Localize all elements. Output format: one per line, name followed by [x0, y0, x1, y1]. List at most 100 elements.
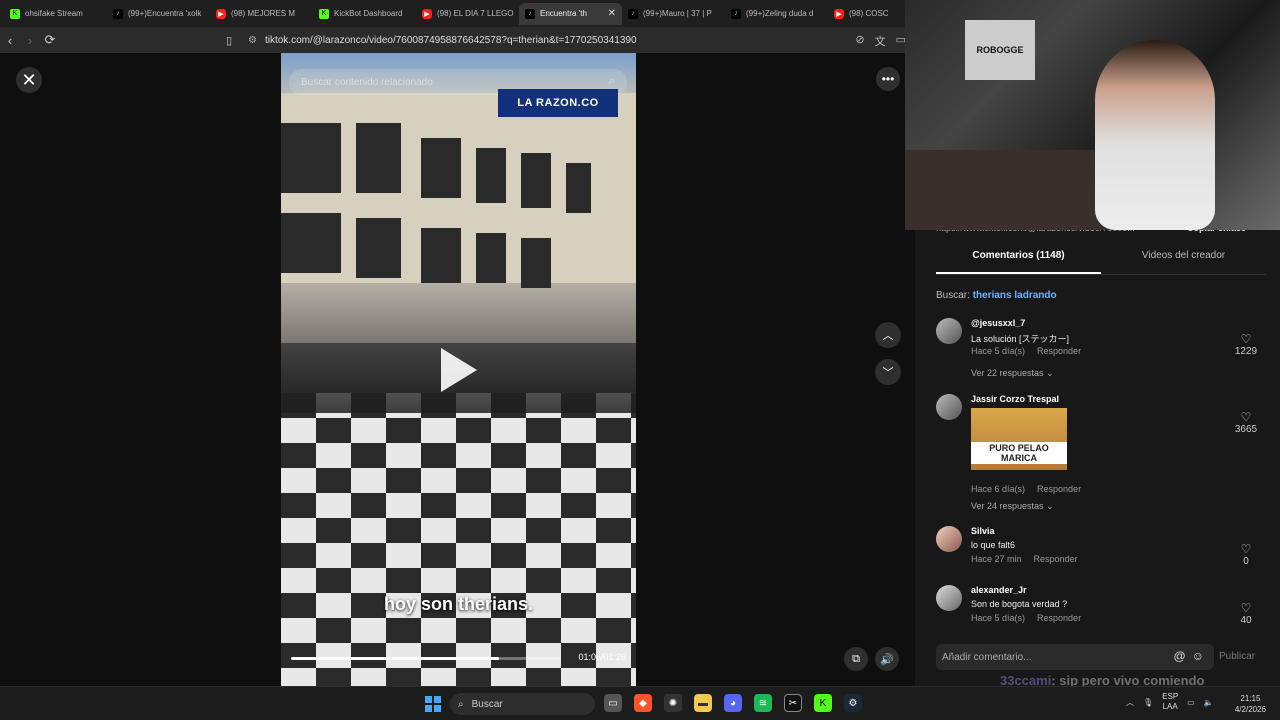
comment-time: Hace 27 min [971, 554, 1022, 564]
like-button[interactable]: ♡ 0 [1226, 542, 1266, 567]
back-icon[interactable]: ‹ [0, 33, 20, 48]
search-prefix: Buscar: [936, 290, 970, 301]
chatgpt-icon[interactable]: ✺ [664, 694, 682, 712]
heart-icon: ♡ [1240, 542, 1252, 556]
play-icon[interactable] [441, 348, 477, 392]
view-replies-button[interactable]: Ver 22 respuestas ⌄ [971, 368, 1054, 379]
comment-author[interactable]: alexander_Jr [971, 585, 1027, 595]
reply-button[interactable]: Responder [1034, 554, 1078, 564]
reply-button[interactable]: Responder [1037, 346, 1081, 356]
floating-player-button[interactable]: ⧉ [844, 647, 868, 671]
spotify-icon[interactable]: ≋ [754, 694, 772, 712]
video-viewer: ✕ Buscar contenido relacionado ⌕ LA RAZO… [0, 53, 915, 686]
comment-meta: Hace 27 min Responder [971, 554, 1078, 564]
language-indicator[interactable]: ESP LAA [1162, 692, 1178, 712]
taskbar-clock[interactable]: 21:15 4/2/2026 [1235, 693, 1266, 715]
suggested-search[interactable]: Buscar: therians ladrando [936, 290, 1057, 301]
windows-start-icon[interactable] [425, 696, 441, 712]
tab-creator-videos[interactable]: Videos del creador [1101, 250, 1266, 274]
browser-tab[interactable]: Kohsifake Stream [4, 3, 107, 25]
comment-item: alexander_Jr Son de bogota verdad ? Hace… [936, 585, 1266, 630]
reply-button[interactable]: Responder [1037, 484, 1081, 494]
tab-title: ohsifake Stream [25, 9, 83, 18]
browser-tab[interactable]: ♪ (99+)Zeling duda d [725, 3, 828, 25]
avatar[interactable] [936, 585, 962, 611]
comment-input-placeholder: Añadir comentario... [942, 651, 1032, 663]
more-options-button[interactable]: ••• [876, 67, 900, 91]
language-primary: ESP [1162, 692, 1179, 701]
like-button[interactable]: ♡ 1229 [1226, 332, 1266, 357]
search-term-link[interactable]: therians ladrando [973, 290, 1057, 301]
browser-tab[interactable]: ♪ (99+)Mauro | 37 | P [622, 3, 725, 25]
comment-author[interactable]: Jassir Corzo Trespal [971, 394, 1059, 404]
like-count: 3665 [1234, 424, 1258, 435]
comment-sticker: PURO PELAO MARICA [971, 408, 1067, 470]
avatar[interactable] [936, 394, 962, 420]
avatar[interactable] [936, 526, 962, 552]
tab-comments[interactable]: Comentarios (1148) [936, 250, 1101, 274]
view-replies-button[interactable]: Ver 24 respuestas ⌄ [971, 501, 1054, 512]
youtube-icon: ▶ [422, 8, 432, 19]
taskbar-search[interactable]: ⌕ Buscar [450, 693, 595, 715]
close-viewer-button[interactable]: ✕ [16, 67, 42, 93]
url-field[interactable]: ⚙ tiktok.com/@larazonco/video/7600874958… [248, 27, 637, 53]
comment-input[interactable]: Añadir comentario... @ ☺ [936, 644, 1214, 670]
bookmark-icon[interactable]: ▯ [219, 34, 239, 47]
emoji-icon[interactable]: ☺ [1192, 649, 1204, 663]
avatar[interactable] [936, 318, 962, 344]
like-button[interactable]: ♡ 40 [1226, 601, 1266, 626]
video-off-icon[interactable]: ⊘ [855, 33, 864, 49]
browser-tab[interactable]: ▶ (98) EL DIA 7 LLEGO [416, 3, 519, 25]
tab-title: Encuentra 'th [540, 9, 587, 18]
browser-tab[interactable]: ♪ Encuentra 'th ✕ [519, 2, 622, 25]
brave-icon[interactable]: ◆ [634, 694, 652, 712]
site-settings-icon[interactable]: ⚙ [248, 35, 257, 46]
browser-tab[interactable]: K KickBot Dashboard [313, 3, 416, 25]
like-count: 1229 [1234, 346, 1258, 357]
previous-video-button[interactable]: ︿ [875, 322, 901, 348]
webcam-poster: ROBOGGE [965, 20, 1035, 80]
chevron-up-icon[interactable]: ︿ [1126, 697, 1134, 708]
file-explorer-icon[interactable]: ▬ [694, 694, 712, 712]
related-search-placeholder: Buscar contenido relacionado [301, 76, 433, 88]
tab-title: (98) MEJORES M [231, 9, 296, 18]
comment-author[interactable]: @jesusxxl_7 [971, 318, 1025, 328]
clock-date: 4/2/2026 [1234, 705, 1266, 714]
forward-icon[interactable]: › [20, 33, 40, 48]
la-razon-logo: LA RAZON.CO [498, 89, 618, 117]
task-view-icon[interactable]: ▭ [604, 694, 622, 712]
search-icon[interactable]: ⌕ [609, 75, 615, 88]
speaker-icon[interactable]: 🔈 [1204, 698, 1214, 707]
tab-title: (98) COSC [849, 9, 889, 18]
url-text: tiktok.com/@larazonco/video/760087495887… [264, 34, 637, 46]
network-icon[interactable]: ▭ [1187, 698, 1195, 707]
kick-icon[interactable]: K [814, 694, 832, 712]
video-caption: hoy son therians. [383, 594, 534, 614]
taskbar-search-label: Buscar [471, 698, 503, 710]
view-replies-label: Ver 22 respuestas [971, 368, 1044, 378]
reply-button[interactable]: Responder [1037, 613, 1081, 623]
youtube-icon: ▶ [834, 8, 844, 19]
tiktok-icon: ♪ [113, 8, 123, 19]
like-button[interactable]: ♡ 3665 [1226, 410, 1266, 435]
comment-time: Hace 5 día(s) [971, 346, 1026, 356]
mention-icon[interactable]: @ [1174, 649, 1186, 663]
discord-icon[interactable]: ◕ [724, 694, 742, 712]
browser-tab[interactable]: ♪ (99+)Encuentra 'xolk [107, 3, 210, 25]
capcut-icon[interactable]: ✂ [784, 694, 802, 712]
video-player[interactable]: Buscar contenido relacionado ⌕ LA RAZON.… [281, 53, 636, 686]
volume-button[interactable]: 🔊 [875, 647, 899, 671]
steam-icon[interactable]: ⚙ [844, 694, 862, 712]
video-progress-bar[interactable] [291, 657, 561, 660]
comment-text: lo que falt6 [971, 540, 1016, 550]
comment-author[interactable]: Silvia [971, 526, 995, 536]
microphone-icon[interactable]: 🎙 [1143, 698, 1153, 707]
browser-tab[interactable]: ▶ (98) MEJORES M [210, 3, 313, 25]
close-tab-icon[interactable]: ✕ [608, 8, 616, 19]
search-icon: ⌕ [458, 698, 464, 710]
publish-button[interactable]: Publicar [1219, 651, 1255, 662]
heart-icon: ♡ [1240, 601, 1252, 615]
next-video-button[interactable]: ﹀ [875, 359, 901, 385]
translate-icon[interactable]: 文 [875, 33, 886, 49]
reload-icon[interactable]: ⟳ [40, 32, 60, 48]
